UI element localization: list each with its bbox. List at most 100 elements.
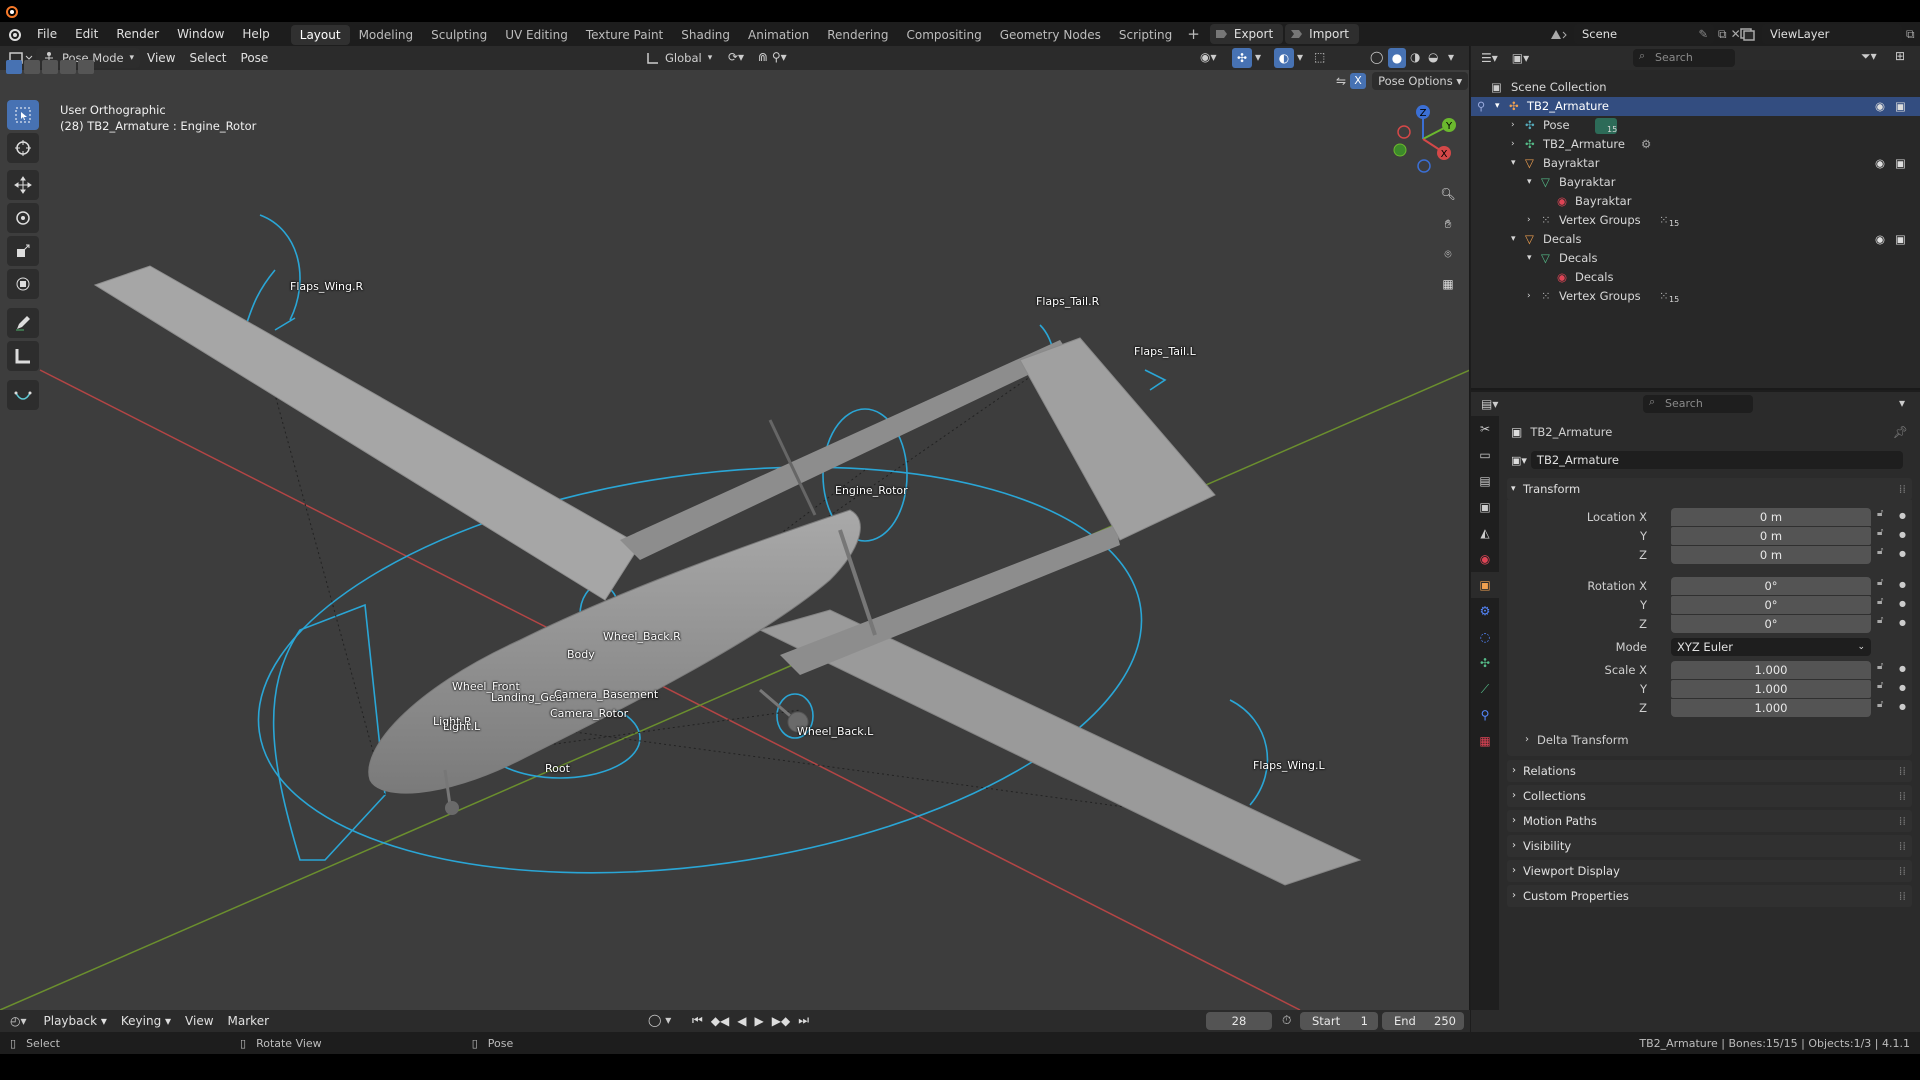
filter-icon[interactable]: ⏷▾ (1861, 49, 1877, 64)
viewport-menu-pose[interactable]: Pose (234, 46, 276, 70)
location-x-field[interactable]: 0 m (1671, 508, 1871, 526)
jump-end-icon[interactable]: ⏭ (798, 1013, 809, 1028)
lock-icon[interactable]: 🔓︎ (1877, 508, 1883, 519)
visibility-icon[interactable]: ◉▾ (1200, 50, 1217, 64)
modifiers-tab-icon[interactable]: ⚙ (1471, 598, 1499, 624)
outliner-row-bayraktar-mesh[interactable]: ▾ ▽ Bayraktar (1471, 173, 1920, 192)
bone-label-camera-rotor[interactable]: Camera_Rotor (550, 707, 628, 720)
navigation-gizmo[interactable]: Z Y X (1388, 104, 1458, 174)
bone-label-root[interactable]: Root (545, 762, 570, 775)
play-icon[interactable]: ▶ (755, 1014, 764, 1028)
lock-icon[interactable]: 🔓︎ (1877, 615, 1883, 626)
rotation-y-field[interactable]: 0° (1671, 596, 1871, 614)
texture-tab-icon[interactable]: ▦ (1471, 728, 1499, 754)
stopwatch-icon[interactable]: ⏱ (1282, 1013, 1291, 1028)
scale-z-field[interactable]: 1.000 (1671, 699, 1871, 717)
bone-label-flaps-wing-r[interactable]: Flaps_Wing.R (290, 280, 363, 293)
tab-uv-editing[interactable]: UV Editing (496, 25, 577, 45)
bone-label-flaps-wing-l[interactable]: Flaps_Wing.L (1253, 759, 1325, 772)
keyframe-dot-icon[interactable]: ● (1899, 580, 1906, 589)
solid-shading-icon[interactable]: ● (1388, 48, 1406, 68)
visibility-panel-header[interactable]: › Visibility ⁞⁞ (1507, 835, 1912, 857)
pin-icon[interactable]: ✎ (1698, 24, 1708, 44)
bone-label-wheel-back-r[interactable]: Wheel_Back.R (603, 630, 681, 643)
pose-options-dropdown[interactable]: Pose Options ▾ (1372, 72, 1469, 90)
output-tab-icon[interactable]: ▤ (1471, 468, 1499, 494)
location-y-field[interactable]: 0 m (1671, 527, 1871, 545)
shading-dropdown-icon[interactable]: ▾ (1448, 50, 1454, 64)
tool-tab-icon[interactable]: ✂ (1471, 416, 1499, 442)
camera-view-icon[interactable]: ⌾ (1436, 242, 1460, 266)
camera-icon[interactable]: ▣ (1895, 154, 1906, 173)
play-reverse-icon[interactable]: ◀ (737, 1014, 746, 1028)
lock-icon[interactable]: 🔓︎ (1877, 527, 1883, 538)
move-tool[interactable] (7, 170, 39, 200)
tab-shading[interactable]: Shading (672, 25, 739, 45)
bone-label-flaps-tail-l[interactable]: Flaps_Tail.L (1134, 345, 1196, 358)
outliner-row-bayraktar[interactable]: ▾ ▽ Bayraktar ◉ ▣ (1471, 154, 1920, 173)
pin-icon[interactable]: 📌︎ (1893, 425, 1908, 439)
outliner-row-vertex-groups-1[interactable]: › ⁙ Vertex Groups ⁙ 15 (1471, 211, 1920, 230)
tab-texture-paint[interactable]: Texture Paint (577, 25, 672, 45)
auto-keying-icon[interactable]: ◯ ▾ (648, 1013, 671, 1027)
lock-icon[interactable]: 🔓︎ (1877, 596, 1883, 607)
tab-scripting[interactable]: Scripting (1110, 25, 1181, 45)
blender-menu-icon[interactable] (6, 26, 22, 42)
lock-icon[interactable]: 🔓︎ (1877, 661, 1883, 672)
chevron-down-icon[interactable]: ▾ (1511, 230, 1516, 249)
pan-hand-icon[interactable]: ✋︎ (1436, 212, 1460, 236)
lock-icon[interactable]: 🔓︎ (1877, 546, 1883, 557)
datablock-name-field[interactable]: TB2_Armature (1530, 451, 1903, 469)
new-view-layer-icon[interactable]: ⧉ (1906, 27, 1915, 42)
prev-keyframe-icon[interactable]: ◆◀ (711, 1014, 729, 1028)
keyframe-dot-icon[interactable]: ● (1899, 683, 1906, 692)
timeline-menu-marker[interactable]: Marker (221, 1009, 276, 1033)
bone-label-flaps-tail-r[interactable]: Flaps_Tail.R (1036, 295, 1099, 308)
physics-tab-icon[interactable]: ◌ (1471, 624, 1499, 650)
tab-geometry-nodes[interactable]: Geometry Nodes (991, 25, 1110, 45)
tab-animation[interactable]: Animation (739, 25, 818, 45)
custom-properties-panel-header[interactable]: › Custom Properties ⁞⁞ (1507, 885, 1912, 907)
cursor-tool[interactable] (7, 133, 39, 163)
viewport-canvas[interactable] (0, 70, 1470, 1010)
overlays-toggle-icon[interactable]: ◐ (1274, 48, 1294, 68)
bone-label-camera-basement[interactable]: Camera_Basement (554, 688, 658, 701)
transform-orientation[interactable]: Global ▾ (645, 48, 712, 68)
wireframe-shading-icon[interactable]: ◯ (1370, 50, 1383, 64)
outliner-editor-type-icon[interactable]: ☰▾ (1481, 51, 1498, 65)
chevron-right-icon[interactable]: › (1511, 116, 1515, 135)
chevron-right-icon[interactable]: › (1527, 287, 1531, 306)
outliner-scene-collection[interactable]: ▣ Scene Collection (1471, 78, 1920, 97)
camera-icon[interactable]: ▣ (1895, 97, 1906, 116)
ortho-grid-icon[interactable]: ▦ (1436, 272, 1460, 296)
rotation-z-field[interactable]: 0° (1671, 615, 1871, 633)
drag-handle-icon[interactable]: ⁞⁞ (1899, 785, 1906, 807)
snap-icon[interactable]: ⋒ ⚲▾ (758, 50, 787, 64)
eye-icon[interactable]: ◉ (1875, 97, 1885, 116)
tab-rendering[interactable]: Rendering (818, 25, 897, 45)
zoom-icon[interactable]: 🔍︎ (1436, 182, 1460, 206)
tab-compositing[interactable]: Compositing (897, 25, 990, 45)
viewport-menu-view[interactable]: View (140, 46, 182, 70)
import-button[interactable]: Import (1285, 24, 1359, 44)
tab-sculpting[interactable]: Sculpting (422, 25, 496, 45)
world-tab-icon[interactable]: ◉ (1471, 546, 1499, 572)
menu-file[interactable]: File (28, 22, 66, 46)
eye-icon[interactable]: ◉ (1875, 154, 1885, 173)
datablock-type-icon[interactable]: ▣▾ (1511, 454, 1527, 467)
chevron-down-icon[interactable]: ▾ (1495, 97, 1500, 116)
pivot-icon[interactable]: ⟳▾ (728, 50, 744, 64)
rendered-shading-icon[interactable]: ◒ (1428, 50, 1438, 64)
start-frame-field[interactable]: Start 1 (1300, 1012, 1378, 1030)
timeline-menu-keying[interactable]: Keying ▾ (114, 1009, 178, 1033)
scale-y-field[interactable]: 1.000 (1671, 680, 1871, 698)
select-box-tool[interactable] (7, 100, 39, 130)
object-tab-icon[interactable]: ▣ (1471, 572, 1499, 598)
export-button[interactable]: Export (1209, 24, 1284, 44)
overlays-dropdown-icon[interactable]: ▾ (1297, 50, 1303, 64)
chevron-right-icon[interactable]: › (1527, 211, 1531, 230)
new-scene-icon[interactable]: ⧉ (1718, 27, 1727, 42)
constraints-tab-icon[interactable]: ✣ (1471, 650, 1499, 676)
viewport-display-panel-header[interactable]: › Viewport Display ⁞⁞ (1507, 860, 1912, 882)
display-mode-icon[interactable]: ▣▾ (1512, 51, 1529, 65)
